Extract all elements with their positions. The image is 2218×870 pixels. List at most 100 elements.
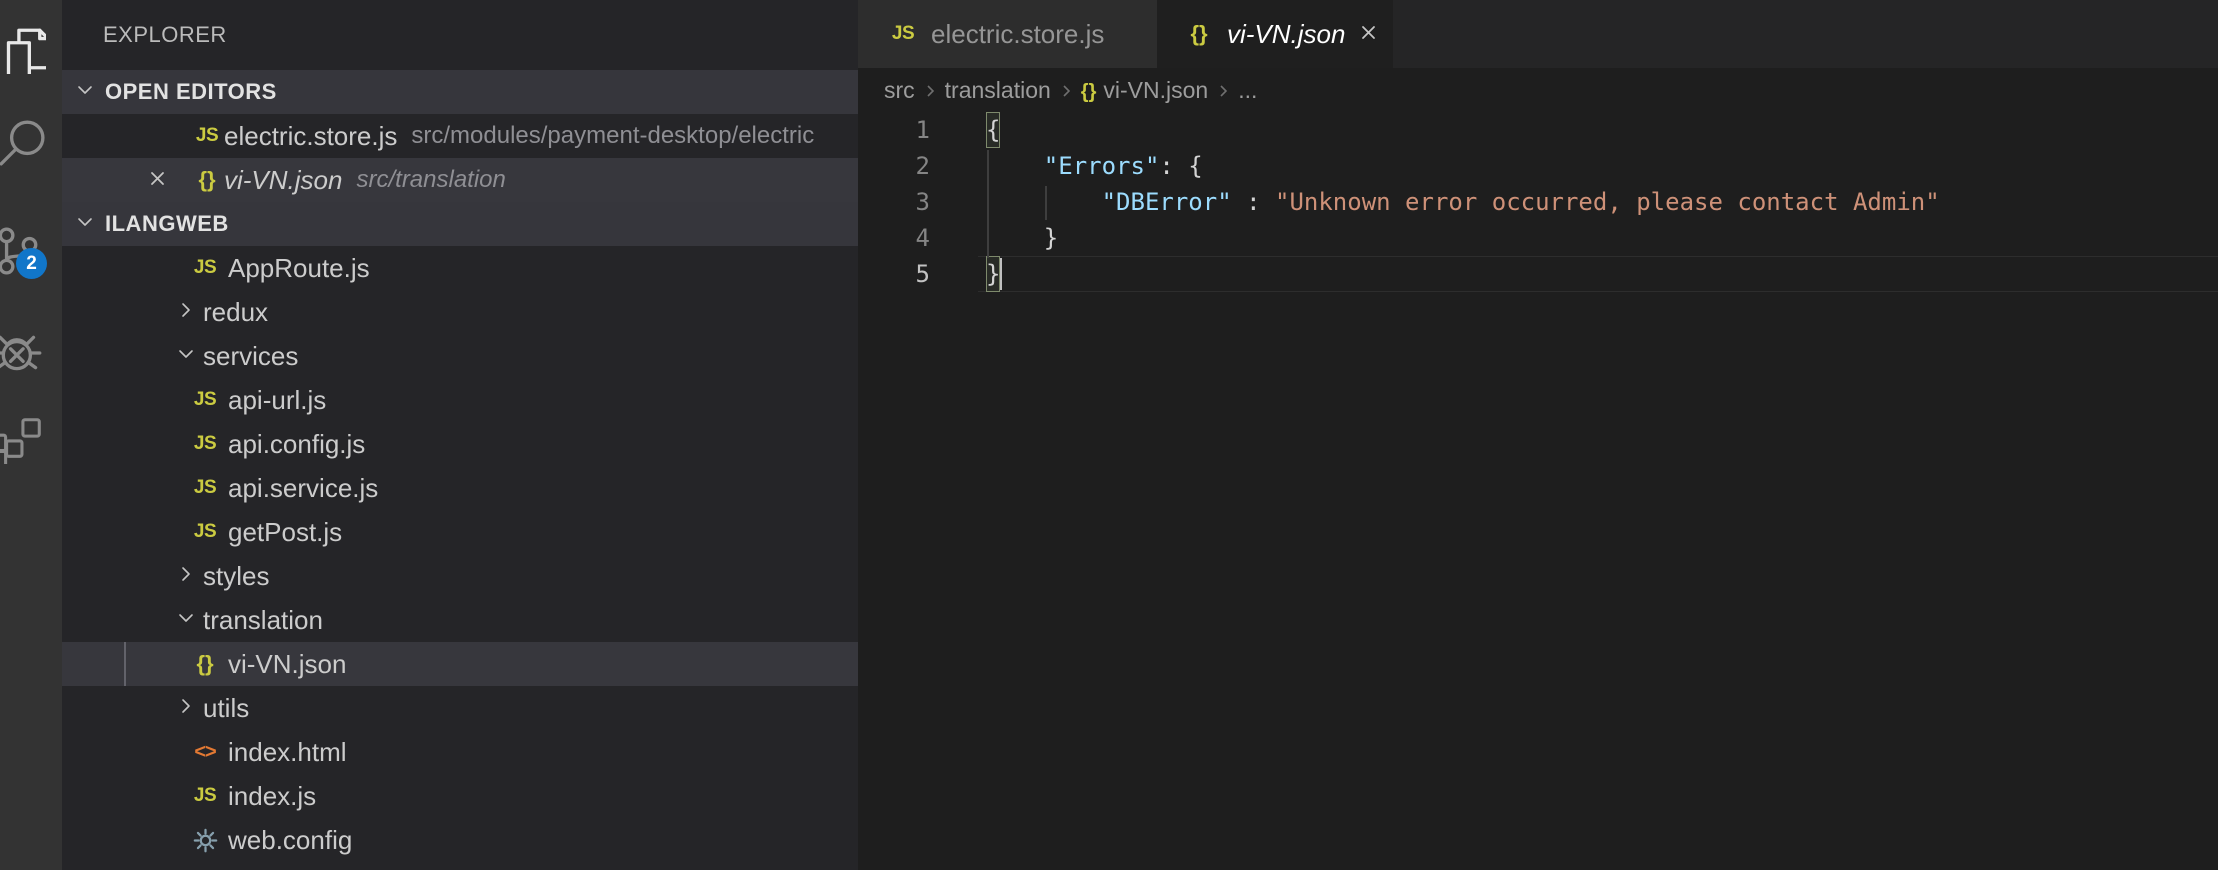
tree-folder-services[interactable]: services (62, 334, 858, 378)
tree-file-api-url-js[interactable]: JSapi-url.js (62, 378, 858, 422)
tree-file-api-config-js[interactable]: JS api.config.js (62, 422, 858, 466)
tree-item-label: redux (203, 297, 268, 328)
close-icon (1358, 19, 1379, 50)
line-number: 5 (858, 256, 930, 292)
tree-folder-styles[interactable]: styles (62, 554, 858, 598)
code-line-text[interactable]: "Errors": { (978, 148, 2218, 184)
tree-item-label: index.html (228, 737, 347, 768)
breadcrumb-item[interactable]: ... (1238, 77, 1257, 104)
breadcrumb-label: ... (1238, 77, 1257, 103)
bracket-match: } (986, 256, 1000, 292)
tree-item-label: vi-VN.json (228, 649, 346, 680)
code-token: "DBError" (1102, 188, 1232, 216)
code-token (986, 188, 1102, 216)
code-token: : (1232, 188, 1275, 216)
code-line-text[interactable]: } (978, 256, 2218, 292)
line-number: 3 (858, 184, 930, 220)
code-line[interactable]: 1{ (858, 112, 2218, 148)
tree-file-index-js[interactable]: JS index.js (62, 774, 858, 818)
open-editors-header[interactable]: OPEN EDITORS (62, 70, 858, 114)
breadcrumb: src translation {}vi-VN.json... (858, 68, 2218, 112)
tree-item-label: api.config.js (228, 429, 365, 460)
tab-bar: JS electric.store.js {} vi-VN.json (858, 0, 2218, 68)
chevron-right-icon (915, 77, 945, 104)
js-file-icon: JS (188, 433, 222, 455)
tree-file-getpost-js[interactable]: JS getPost.js (62, 510, 858, 554)
project-section-header[interactable]: ILANGWEB (62, 202, 858, 246)
tree-folder-utils[interactable]: utils (62, 686, 858, 730)
close-slot[interactable] (147, 165, 190, 196)
open-editor-item[interactable]: {}vi-VN.jsonsrc/translation (62, 158, 858, 202)
js-file-icon: JS (188, 521, 222, 543)
close-icon (147, 165, 168, 196)
chevron-right-icon (175, 297, 197, 328)
bracket-match: { (986, 112, 1000, 148)
gear-icon (188, 827, 222, 854)
open-editor-item[interactable]: JSelectric.store.js src/modules/payment-d… (62, 114, 858, 158)
code-token (986, 152, 1044, 180)
js-file-icon: JS (886, 23, 920, 45)
breadcrumb-label: translation (945, 77, 1051, 103)
code-token: : { (1159, 152, 1202, 180)
code-token: "Errors" (1044, 152, 1160, 180)
chevron-right-icon (1208, 77, 1238, 104)
code-line-text[interactable]: } (978, 220, 2218, 256)
tree-file-index-html[interactable]: <> index.html (62, 730, 858, 774)
code-line[interactable]: 5} (858, 256, 2218, 292)
code-token: } (986, 224, 1058, 252)
extensions-icon[interactable] (0, 414, 46, 464)
debug-icon[interactable] (0, 328, 46, 378)
search-icon[interactable] (0, 118, 46, 168)
line-number: 2 (858, 148, 930, 184)
code-line[interactable]: 4 } (858, 220, 2218, 256)
js-file-icon: JS (188, 785, 222, 807)
tree-item-label: api.service.js (228, 473, 378, 504)
chevron-down-icon (74, 79, 96, 106)
json-file-icon: {} (190, 167, 224, 193)
sidebar-title: EXPLORER (62, 0, 858, 70)
line-number: 1 (858, 112, 930, 148)
html-file-icon: <> (188, 741, 222, 764)
tree-file-api-service-js[interactable]: JS api.service.js (62, 466, 858, 510)
indent-guide (987, 150, 989, 258)
chevron-right-icon (1051, 77, 1081, 104)
tab-vi-vn-json[interactable]: {} vi-VN.json (1157, 0, 1393, 68)
open-editor-name: electric.store.js (224, 121, 397, 152)
code-line[interactable]: 2 "Errors": { (858, 148, 2218, 184)
js-file-icon: JS (190, 125, 224, 147)
line-number: 4 (858, 220, 930, 256)
files-icon[interactable] (0, 24, 46, 74)
code-line[interactable]: 3 "DBError" : "Unknown error occurred, p… (858, 184, 2218, 220)
tree-item-label: index.js (228, 781, 316, 812)
chevron-down-icon (175, 605, 197, 636)
tab-label: vi-VN.json (1227, 19, 1345, 50)
tree-item-label: AppRoute.js (228, 253, 370, 284)
tree-folder-translation[interactable]: translation (62, 598, 858, 642)
tree-file-approute-js[interactable]: JS AppRoute.js (62, 246, 858, 290)
json-file-icon: {} (1182, 21, 1216, 47)
tree-item-label: getPost.js (228, 517, 342, 548)
chevron-down-icon (74, 211, 96, 238)
tab-electric-store-js[interactable]: JS electric.store.js (858, 0, 1157, 68)
open-editors-list: JSelectric.store.js src/modules/payment-d… (62, 114, 858, 202)
breadcrumb-item[interactable]: src (884, 77, 915, 104)
tree-file-web-config[interactable]: web.config (62, 818, 858, 862)
breadcrumb-item[interactable]: translation (945, 77, 1051, 104)
activity-bar: 2 (0, 0, 62, 870)
open-editor-path: src/modules/payment-desktop/electric (411, 122, 814, 150)
code-line-text[interactable]: { (978, 112, 2218, 148)
tree-file-vi-vn-json[interactable]: {}vi-VN.json (62, 642, 858, 686)
tab-label: electric.store.js (931, 19, 1104, 50)
code-line-text[interactable]: "DBError" : "Unknown error occurred, ple… (978, 184, 2218, 220)
file-tree: JSAppRoute.jsreduxservicesJSapi-url.jsJS… (62, 246, 858, 862)
js-file-icon: JS (188, 477, 222, 499)
tree-item-label: styles (203, 561, 269, 592)
tree-folder-redux[interactable]: redux (62, 290, 858, 334)
open-editors-label: OPEN EDITORS (105, 79, 277, 105)
code-editor[interactable]: 1{2 "Errors": {3 "DBError" : "Unknown er… (858, 112, 2218, 292)
breadcrumb-label: src (884, 77, 915, 103)
tree-item-label: web.config (228, 825, 352, 856)
breadcrumb-item[interactable]: {}vi-VN.json (1081, 77, 1208, 104)
js-file-icon: JS (188, 257, 222, 279)
open-editor-path: src/translation (356, 166, 505, 194)
